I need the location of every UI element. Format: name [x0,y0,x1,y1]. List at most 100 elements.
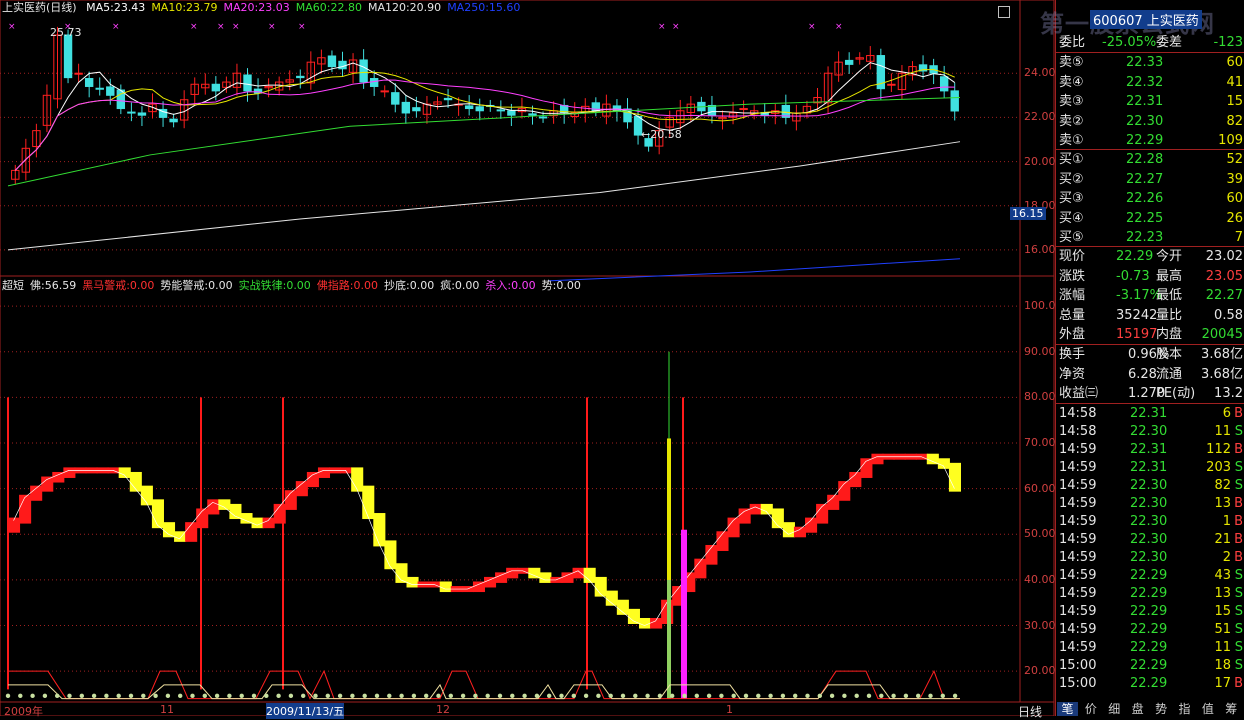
fo-block [716,531,729,551]
tick-time: 14:59 [1059,586,1097,601]
fo-block [705,544,718,565]
tick-volume: 13 [1214,586,1231,601]
candle [338,60,347,70]
stat-label: 涨幅 [1059,288,1086,303]
weicha-label: 委差 [1156,35,1183,50]
stat-value: -0.73 [1116,268,1150,284]
baseline-dot [731,693,736,699]
tick-row: 15:00 22.29 17 B [1056,674,1244,693]
stock-code-tag[interactable]: 600607 上实医药 [1090,10,1202,29]
fo-block [373,513,386,547]
quote-stat-row: 净资 6.28 流通 3.68亿 [1056,365,1244,384]
fo-block [572,567,585,579]
baseline-dot [866,693,872,699]
baseline-dot [940,693,945,699]
ma-legend-item: MA250:15.60 [447,1,521,14]
indicator-legend-item: 疯:0.00 [440,279,480,292]
tick-price: 22.30 [1130,550,1168,565]
tick-time: 14:59 [1059,496,1097,511]
tick-time: 15:00 [1059,676,1097,691]
tick-side: S [1234,460,1243,475]
candle [380,90,389,93]
bid-label: 买③ [1059,191,1084,206]
bid-row: 买④ 22.25 26 [1056,209,1244,228]
stat-value: 23.02 [1205,249,1243,264]
ask-row: 卖③ 22.31 15 [1056,92,1244,111]
candle [127,111,136,114]
tick-time: 15:00 [1059,658,1097,673]
tick-price: 22.30 [1130,532,1168,547]
fo-block [140,485,153,506]
candle [84,78,94,87]
quote-tab[interactable]: 势 [1151,702,1172,716]
stat-value: 15197 [1116,327,1158,342]
tick-side: S [1234,586,1243,601]
candle [496,109,506,112]
candle [887,83,896,86]
stat-label: 量比 [1156,307,1183,323]
tick-price: 22.31 [1130,406,1168,421]
stat-value: 13.2 [1214,386,1243,401]
fo-block [627,608,640,624]
quote-tab[interactable]: 盘 [1127,702,1148,716]
ask-label: 卖④ [1059,74,1084,90]
quote-tab[interactable]: 细 [1104,702,1125,716]
tick-price: 22.29 [1130,568,1168,583]
date-tick-label: 2009/11/13/五 [266,703,345,719]
stat-value: 22.27 [1205,288,1243,303]
candle [401,101,411,114]
candle [391,92,400,105]
candle [243,74,252,92]
bottom-red-line [8,669,960,700]
bid-row: 买③ 22.26 60 [1056,189,1244,208]
baseline-dot [891,693,896,699]
fo-block [162,522,176,538]
fo-block [218,499,231,510]
ask-price: 22.32 [1126,74,1164,90]
tick-row: 14:59 22.29 51 S [1056,620,1244,639]
tab-daily[interactable]: 日线 [1018,703,1042,720]
tick-row: 14:59 22.30 21 B [1056,530,1244,549]
signal-marker: × [217,22,225,32]
ask-price: 22.29 [1126,133,1164,148]
fo-block [926,453,939,465]
fo-block [793,526,807,538]
tick-side: B [1234,442,1243,457]
bid-volume: 39 [1226,171,1243,187]
quote-tab[interactable]: 筹 [1221,702,1242,716]
baseline-dot [288,693,294,699]
quote-tab[interactable]: 价 [1080,702,1101,716]
candle [359,59,368,83]
bid-volume: 26 [1226,210,1243,226]
bid-row: 买① 22.28 52 [1056,150,1244,169]
quote-tab[interactable]: 指 [1174,702,1195,716]
quote-tab[interactable]: 值 [1197,702,1218,716]
tick-row: 14:58 22.31 6 B [1056,404,1244,423]
stat-label: 最低 [1156,288,1183,303]
baseline-dot [645,693,650,699]
ask-volume: 60 [1226,55,1243,70]
quote-stat-row: 涨跌 -0.73 最高 23.05 [1056,267,1244,286]
bid-price: 22.28 [1126,152,1164,167]
stat-label: 最高 [1156,268,1183,284]
tick-price: 22.29 [1130,658,1168,673]
baseline-dot [18,693,23,699]
tick-price: 22.30 [1130,496,1168,511]
bid-row: 买② 22.27 39 [1056,170,1244,189]
quote-tab[interactable]: 笔 [1057,702,1078,716]
quote-bottom-tabs: 笔价细盘势指值筹 [1055,702,1244,716]
candle [296,75,305,79]
tick-row: 15:00 22.29 18 S [1056,656,1244,675]
tick-price: 22.29 [1130,586,1168,601]
indicator-legend-item: 势:0.00 [541,279,581,292]
fo-block [528,567,541,579]
baseline-dot [510,693,515,699]
fo-block [118,467,131,478]
maximize-icon[interactable] [998,6,1010,18]
baseline-dot [116,693,121,699]
baseline-dot [928,693,933,699]
baseline-dot [608,693,613,699]
candle [169,118,178,123]
quote-panel: 委比 -25.05% 委差 -123 卖⑤ 22.33 60 卖④ 22.32 41 卖③ 22.31… [1055,0,1244,716]
tick-volume: 18 [1214,658,1231,673]
